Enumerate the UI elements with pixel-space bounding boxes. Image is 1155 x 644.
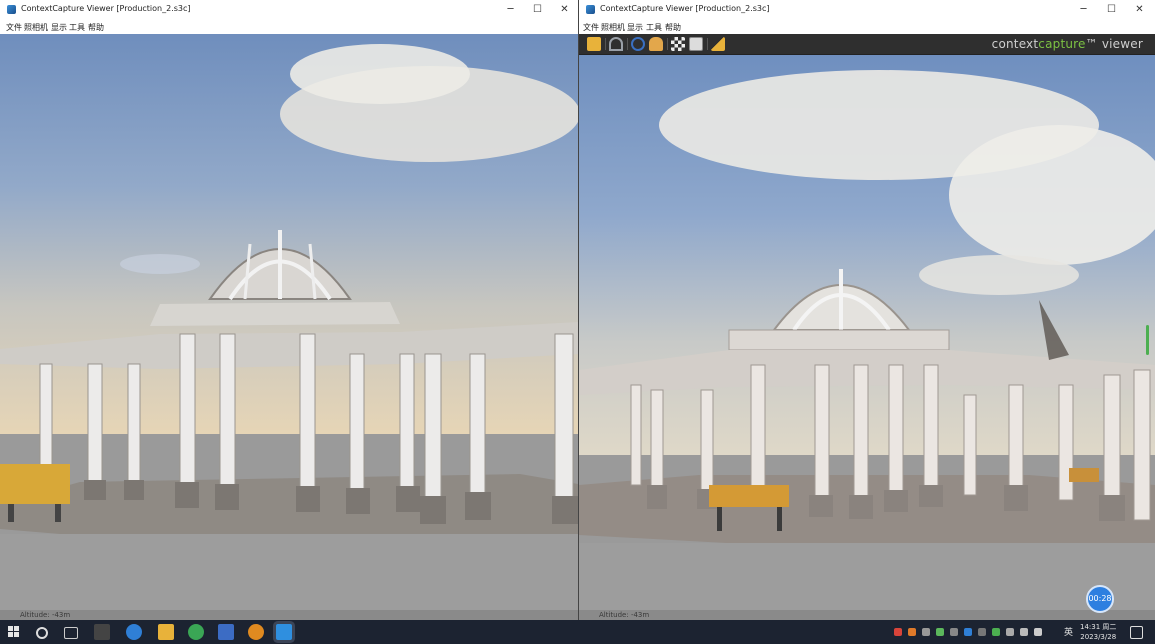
gazebo-3d-model (0, 44, 578, 620)
folder-open-icon[interactable] (587, 37, 601, 51)
pan-hand-icon[interactable] (649, 37, 663, 51)
system-clock[interactable]: 14:31 周二 2023/3/28 (1080, 622, 1116, 642)
toolbar-separator (707, 38, 708, 50)
windows-start-icon[interactable] (8, 626, 20, 638)
target-icon[interactable] (631, 37, 645, 51)
tray-app-icon[interactable] (992, 628, 1000, 636)
tray-app-icon[interactable] (950, 628, 958, 636)
minimize-button[interactable]: ─ (497, 0, 524, 20)
task-view-icon[interactable] (64, 627, 78, 639)
menu-display[interactable]: 显示 (627, 22, 643, 33)
input-language-indicator[interactable]: 英 (1064, 625, 1073, 638)
title-bar[interactable]: ContextCapture Viewer [Production_2.s3c]… (579, 0, 1155, 21)
maximize-button[interactable]: ☐ (524, 0, 551, 20)
tray-app-icon[interactable] (936, 628, 944, 636)
checker-icon[interactable] (671, 37, 685, 51)
app-icon[interactable] (94, 624, 110, 640)
contextcapture-icon[interactable] (276, 624, 292, 640)
menu-help[interactable]: 帮助 (665, 22, 681, 33)
close-button[interactable]: ✕ (551, 0, 578, 20)
status-bar: Altitude: -43m (0, 610, 578, 620)
menu-tools[interactable]: 工具 (646, 22, 662, 33)
gazebo-3d-model (579, 70, 1155, 620)
toolbar-separator (627, 38, 628, 50)
network-icon[interactable] (1020, 628, 1028, 636)
viewer-window-right[interactable]: ContextCapture Viewer [Production_2.s3c]… (579, 0, 1155, 620)
brand-logo: contextcapture™ viewer (991, 37, 1143, 51)
status-bar: Altitude: -43m (579, 610, 1155, 620)
menu-bar: 文件 照相机 显示 工具 帮助 (579, 20, 1155, 34)
network-app-icon[interactable] (218, 624, 234, 640)
contextcapture-app-icon (7, 5, 16, 14)
menu-tools[interactable]: 工具 (69, 22, 85, 33)
viewer-window-left[interactable]: ContextCapture Viewer [Production_2.s3c]… (0, 0, 578, 620)
close-button[interactable]: ✕ (1126, 0, 1153, 20)
contextcapture-app-icon (586, 5, 595, 14)
title-bar[interactable]: ContextCapture Viewer [Production_2.s3c]… (0, 0, 578, 21)
tray-app-icon[interactable] (894, 628, 902, 636)
green-app-icon[interactable] (188, 624, 204, 640)
volume-icon[interactable] (1034, 628, 1042, 636)
file-explorer-icon[interactable] (158, 624, 174, 640)
window-title: ContextCapture Viewer [Production_2.s3c] (600, 4, 770, 13)
menu-help[interactable]: 帮助 (88, 22, 104, 33)
menu-camera[interactable]: 照相机 (601, 22, 625, 33)
texture-icon[interactable] (689, 37, 703, 51)
menu-file[interactable]: 文件 (6, 22, 22, 33)
menu-file[interactable]: 文件 (583, 22, 599, 33)
tray-app-icon[interactable] (1006, 628, 1014, 636)
tray-app-icon[interactable] (908, 628, 916, 636)
3d-viewport[interactable]: Altitude: -43m (579, 55, 1155, 620)
search-app-icon[interactable] (248, 624, 264, 640)
3d-viewport[interactable]: Altitude: -43m (0, 34, 578, 620)
tray-app-icon[interactable] (978, 628, 986, 636)
tray-app-icon[interactable] (922, 628, 930, 636)
maximize-button[interactable]: ☐ (1098, 0, 1125, 20)
edge-icon[interactable] (126, 624, 142, 640)
notification-icon[interactable] (1130, 626, 1143, 639)
menu-camera[interactable]: 照相机 (24, 22, 48, 33)
toolbar-separator (667, 38, 668, 50)
scroll-indicator[interactable] (1146, 325, 1149, 355)
toolbar-separator (605, 38, 606, 50)
window-title: ContextCapture Viewer [Production_2.s3c] (21, 4, 191, 13)
bluetooth-icon[interactable] (964, 628, 972, 636)
measure-icon[interactable] (711, 37, 725, 51)
toolbar: contextcapture™ viewer (579, 34, 1155, 55)
windows-taskbar: 英 14:31 周二 2023/3/28 (0, 620, 1155, 644)
orbit-icon[interactable] (609, 37, 623, 51)
minimize-button[interactable]: ─ (1070, 0, 1097, 20)
recording-timer-badge[interactable]: 00:28 (1086, 585, 1114, 613)
menu-display[interactable]: 显示 (51, 22, 67, 33)
menu-bar: 文件 照相机 显示 工具 帮助 (0, 20, 578, 34)
search-icon[interactable] (36, 627, 48, 639)
